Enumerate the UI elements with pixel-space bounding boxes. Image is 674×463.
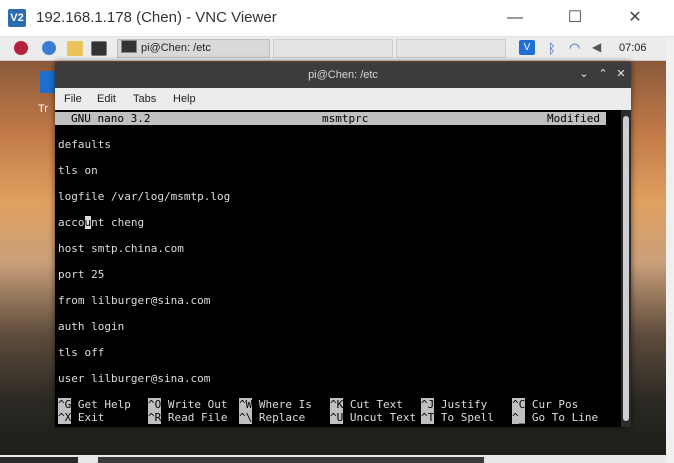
shortcut-cur-pos[interactable]: ^C Cur Pos xyxy=(512,398,578,411)
shortcut-label: Cut Text xyxy=(349,398,403,411)
close-button[interactable]: ✕ xyxy=(620,6,650,30)
wifi-icon[interactable]: ◠ xyxy=(569,40,585,55)
shortcut-key: ^X xyxy=(58,411,72,424)
terminal-title: pi@Chen: /etc xyxy=(308,69,378,81)
terminal-scrollbar[interactable] xyxy=(621,110,631,427)
shortcut-key: ^R xyxy=(148,411,162,424)
shortcut-key: ^C xyxy=(512,398,526,411)
shortcut-key: ^T xyxy=(421,411,435,424)
shortcut-label: Justify xyxy=(440,398,488,411)
shortcut-replace[interactable]: ^\ Replace xyxy=(239,411,305,424)
shortcut-label: Get Help xyxy=(77,398,131,411)
shortcut-key: ^W xyxy=(239,398,253,411)
text-line[interactable]: tls off xyxy=(58,346,104,359)
terminal-close-button[interactable]: ✕ xyxy=(614,67,628,81)
desktop-bottom-bar xyxy=(0,457,78,463)
shortcut-key: ^_ xyxy=(512,411,526,424)
clock[interactable]: 07:06 xyxy=(619,42,647,54)
shortcut-label: Write Out xyxy=(167,398,228,411)
nano-editor[interactable]: GNU nano 3.2 msmtprc Modified defaults t… xyxy=(55,110,621,427)
taskbar-task-label: pi@Chen: /etc xyxy=(141,42,211,54)
window-title: 192.168.1.178 (Chen) - VNC Viewer xyxy=(36,9,277,26)
shortcut-write-out[interactable]: ^O Write Out xyxy=(148,398,227,411)
shortcut-read-file[interactable]: ^R Read File xyxy=(148,411,227,424)
vnc-logo-icon: V2 xyxy=(8,9,26,27)
scrollbar-thumb[interactable] xyxy=(623,116,629,421)
terminal-launcher-icon[interactable] xyxy=(91,41,107,56)
terminal-minimize-button[interactable]: ⌄ xyxy=(577,67,591,81)
maximize-button[interactable]: ☐ xyxy=(560,6,590,30)
vnc-server-icon[interactable]: V xyxy=(519,40,535,55)
text-line[interactable]: tls on xyxy=(58,164,98,177)
shortcut-justify[interactable]: ^J Justify xyxy=(421,398,487,411)
menu-file[interactable]: File xyxy=(64,93,82,105)
raspberry-menu-icon[interactable] xyxy=(14,41,28,55)
shortcut-where-is[interactable]: ^W Where Is xyxy=(239,398,312,411)
terminal-maximize-button[interactable]: ⌃ xyxy=(596,67,610,81)
desktop-bottom-bar xyxy=(98,457,484,463)
text-line[interactable]: from lilburger@sina.com xyxy=(58,294,210,307)
shortcut-to-spell[interactable]: ^T To Spell xyxy=(421,411,494,424)
shortcut-label: Where Is xyxy=(258,398,312,411)
terminal-titlebar[interactable]: pi@Chen: /etc ⌄ ⌃ ✕ xyxy=(55,62,631,88)
shortcut-key: ^O xyxy=(148,398,162,411)
menu-tabs[interactable]: Tabs xyxy=(133,93,156,105)
text-line[interactable]: logfile /var/log/msmtp.log xyxy=(58,190,230,203)
desktop-taskbar: pi@Chen: /etc V ᛒ ◠ ◀ 07:06 xyxy=(0,37,666,61)
shortcut-label: Go To Line xyxy=(531,411,599,424)
terminal-menubar: File Edit Tabs Help xyxy=(55,88,631,110)
nano-modified-status: Modified xyxy=(547,112,600,125)
taskbar-terminal-task[interactable]: pi@Chen: /etc xyxy=(117,39,270,58)
taskbar-empty-slot[interactable] xyxy=(396,39,506,58)
shortcut-label: Uncut Text xyxy=(349,411,417,424)
cursor-line-suffix: nt cheng xyxy=(91,216,145,229)
shortcut-label: Exit xyxy=(77,411,105,424)
volume-icon[interactable]: ◀ xyxy=(592,40,608,55)
text-line[interactable]: auth login xyxy=(58,320,124,333)
file-manager-folder-icon[interactable] xyxy=(67,41,83,56)
viewer-scrollbar[interactable] xyxy=(666,37,674,463)
browser-globe-icon[interactable] xyxy=(42,41,56,55)
cursor-line-prefix: acco xyxy=(58,216,85,229)
shortcut-cut-text[interactable]: ^K Cut Text xyxy=(330,398,403,411)
shortcut-label: Replace xyxy=(258,411,306,424)
shortcut-key: ^\ xyxy=(239,411,253,424)
shortcut-go-to-line[interactable]: ^_ Go To Line xyxy=(512,411,598,424)
terminal-icon xyxy=(121,40,137,53)
nano-header: GNU nano 3.2 msmtprc Modified xyxy=(55,112,606,125)
nano-version: GNU nano 3.2 xyxy=(71,112,151,125)
text-line[interactable]: defaults xyxy=(58,138,111,151)
desktop-icon-label: Tr xyxy=(38,103,48,115)
nano-filename: msmtprc xyxy=(322,112,369,125)
vnc-titlebar: V2 192.168.1.178 (Chen) - VNC Viewer — ☐… xyxy=(0,0,674,37)
shortcut-label: To Spell xyxy=(440,411,494,424)
menu-edit[interactable]: Edit xyxy=(97,93,116,105)
text-line-with-cursor[interactable]: account cheng xyxy=(58,216,144,229)
shortcut-get-help[interactable]: ^G Get Help xyxy=(58,398,131,411)
shortcut-key: ^U xyxy=(330,411,344,424)
taskbar-empty-slot[interactable] xyxy=(273,39,393,58)
shortcut-key: ^J xyxy=(421,398,435,411)
text-line[interactable]: user lilburger@sina.com xyxy=(58,372,210,385)
minimize-button[interactable]: — xyxy=(500,6,530,30)
shortcut-uncut-text[interactable]: ^U Uncut Text xyxy=(330,411,416,424)
text-line[interactable]: port 25 xyxy=(58,268,104,281)
shortcut-key: ^K xyxy=(330,398,344,411)
text-line[interactable]: host smtp.china.com xyxy=(58,242,184,255)
bluetooth-icon[interactable]: ᛒ xyxy=(548,41,558,56)
shortcut-exit[interactable]: ^X Exit xyxy=(58,411,104,424)
shortcut-key: ^G xyxy=(58,398,72,411)
shortcut-label: Cur Pos xyxy=(531,398,579,411)
shortcut-label: Read File xyxy=(167,411,228,424)
menu-help[interactable]: Help xyxy=(173,93,196,105)
terminal-window: pi@Chen: /etc ⌄ ⌃ ✕ File Edit Tabs Help … xyxy=(55,62,631,427)
